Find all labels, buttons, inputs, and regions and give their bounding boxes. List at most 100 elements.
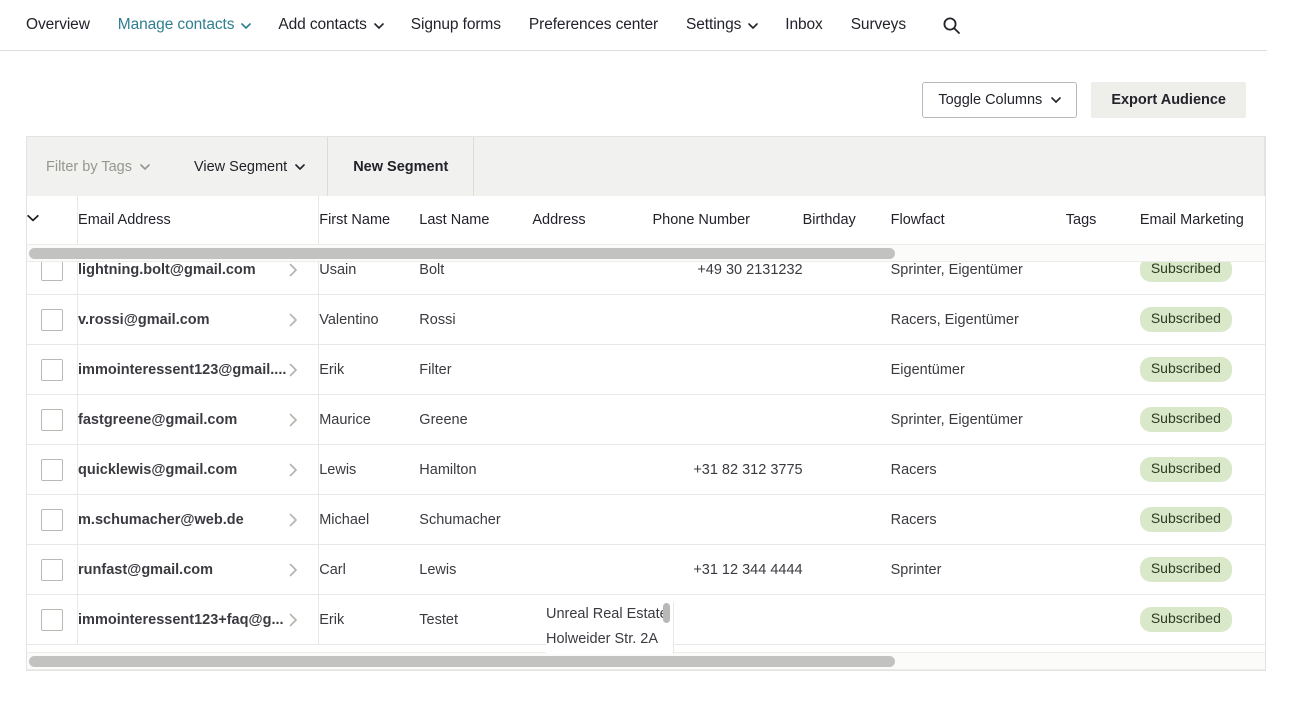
row-checkbox[interactable] bbox=[41, 508, 64, 531]
row-checkbox[interactable] bbox=[41, 458, 64, 481]
cell-last-name: Lewis bbox=[419, 544, 533, 595]
nav-label: Settings bbox=[686, 16, 742, 33]
row-checkbox-cell[interactable] bbox=[27, 344, 79, 395]
column-header-address[interactable]: Address bbox=[532, 196, 653, 245]
chevron-right-icon[interactable] bbox=[289, 513, 298, 527]
chevron-down-icon bbox=[27, 212, 39, 228]
cell-text: fastgreene@gmail.com bbox=[78, 411, 238, 428]
export-audience-button[interactable]: Export Audience bbox=[1091, 82, 1246, 118]
column-header-flowfact[interactable]: Flowfact bbox=[890, 196, 1066, 245]
nav-item-signup-forms[interactable]: Signup forms bbox=[411, 16, 501, 34]
cell-flowfact: Racers bbox=[890, 494, 1066, 545]
row-checkbox[interactable] bbox=[41, 608, 64, 631]
row-checkbox[interactable] bbox=[41, 308, 64, 331]
cell-text: Usain bbox=[319, 261, 357, 278]
column-header-phone[interactable]: Phone Number bbox=[652, 196, 803, 245]
table-row[interactable]: fastgreene@gmail.com Maurice Greene Sprinte… bbox=[27, 394, 1265, 445]
cell-email: immointeressent123@gmail.... bbox=[77, 344, 320, 395]
nav-label: Add contacts bbox=[278, 16, 367, 33]
nav-item-inbox[interactable]: Inbox bbox=[785, 16, 823, 34]
scrollbar-thumb[interactable] bbox=[663, 603, 670, 623]
cell-last-name: Schumacher bbox=[419, 494, 533, 545]
toggle-columns-button[interactable]: Toggle Columns bbox=[922, 82, 1078, 118]
cell-birthday bbox=[802, 594, 891, 645]
cell-email-marketing: Subscribed bbox=[1139, 294, 1265, 345]
cell-text: Bolt bbox=[419, 261, 445, 278]
top-navigation: Overview Manage contacts Add contacts Si… bbox=[0, 0, 1267, 51]
cell-last-name: Rossi bbox=[419, 294, 533, 345]
scrollbar-thumb[interactable] bbox=[29, 248, 895, 259]
table-row[interactable]: runfast@gmail.com Carl Lewis +31 12 344 444… bbox=[27, 544, 1265, 595]
column-header-last-name[interactable]: Last Name bbox=[419, 196, 533, 245]
column-header-birthday[interactable]: Birthday bbox=[802, 196, 891, 245]
horizontal-scrollbar-bottom[interactable] bbox=[27, 652, 1265, 670]
nav-label: Surveys bbox=[850, 16, 906, 33]
row-checkbox-cell[interactable] bbox=[27, 444, 79, 495]
status-badge: Subscribed bbox=[1139, 607, 1232, 632]
row-checkbox-cell[interactable] bbox=[27, 544, 79, 595]
table-row[interactable]: m.schumacher@web.de Michael Schumacher Race… bbox=[27, 494, 1265, 545]
cell-address bbox=[532, 394, 653, 445]
row-checkbox[interactable] bbox=[41, 358, 64, 381]
row-checkbox-cell[interactable] bbox=[27, 394, 79, 445]
column-header-email[interactable]: Email Address bbox=[77, 196, 320, 245]
row-checkbox[interactable] bbox=[41, 408, 64, 431]
row-checkbox-cell[interactable] bbox=[27, 294, 79, 345]
cell-address bbox=[532, 294, 653, 345]
search-icon[interactable] bbox=[942, 16, 961, 35]
cell-text: Carl bbox=[319, 561, 346, 578]
chevron-right-icon[interactable] bbox=[289, 413, 298, 427]
chevron-right-icon[interactable] bbox=[289, 363, 298, 377]
cell-email-marketing: Subscribed bbox=[1139, 344, 1265, 395]
chevron-right-icon[interactable] bbox=[289, 563, 298, 577]
chevron-right-icon[interactable] bbox=[289, 613, 298, 627]
row-checkbox[interactable] bbox=[41, 558, 64, 581]
status-badge: Subscribed bbox=[1139, 357, 1232, 382]
column-header-tags[interactable]: Tags bbox=[1065, 196, 1140, 245]
chevron-right-icon[interactable] bbox=[289, 463, 298, 477]
row-checkbox-cell[interactable] bbox=[27, 594, 79, 645]
cell-text: m.schumacher@web.de bbox=[78, 511, 244, 528]
cell-flowfact: Racers bbox=[890, 444, 1066, 495]
cell-text: Greene bbox=[419, 411, 468, 428]
cell-email-marketing: Subscribed bbox=[1139, 394, 1265, 445]
horizontal-scrollbar-top[interactable] bbox=[27, 244, 1265, 262]
nav-item-settings[interactable]: Settings bbox=[686, 16, 759, 34]
table-row[interactable]: quicklewis@gmail.com Lewis Hamilton +31 82 … bbox=[27, 444, 1265, 495]
scrollbar-thumb[interactable] bbox=[29, 656, 895, 667]
cell-email-marketing: Subscribed bbox=[1139, 444, 1265, 495]
cell-text: Erik bbox=[319, 361, 345, 378]
address-popup-scrollbar[interactable] bbox=[663, 603, 670, 653]
cell-email: quicklewis@gmail.com bbox=[77, 444, 320, 495]
cell-text: +31 82 312 3775 bbox=[693, 461, 803, 478]
nav-item-manage-contacts[interactable]: Manage contacts bbox=[118, 16, 252, 34]
table-row[interactable]: v.rossi@gmail.com Valentino Rossi Racers, E… bbox=[27, 294, 1265, 345]
cell-address bbox=[532, 444, 653, 495]
cell-phone bbox=[652, 344, 803, 395]
nav-item-overview[interactable]: Overview bbox=[26, 16, 90, 34]
chevron-right-icon[interactable] bbox=[289, 263, 298, 277]
cell-text: Erik bbox=[319, 611, 345, 628]
select-all-column-header[interactable] bbox=[27, 196, 79, 245]
cell-text: Hamilton bbox=[419, 461, 477, 478]
cell-tags bbox=[1065, 594, 1140, 645]
nav-label: Inbox bbox=[785, 16, 823, 33]
new-segment-button[interactable]: New Segment bbox=[327, 137, 475, 196]
cell-last-name: Hamilton bbox=[419, 444, 533, 495]
cell-text: Sprinter, Eigentümer bbox=[890, 411, 1023, 428]
cell-email: runfast@gmail.com bbox=[77, 544, 320, 595]
cell-email-marketing: Subscribed bbox=[1139, 494, 1265, 545]
filter-by-tags-dropdown[interactable]: Filter by Tags bbox=[27, 137, 172, 196]
column-header-first-name[interactable]: First Name bbox=[318, 196, 420, 245]
view-segment-dropdown[interactable]: View Segment bbox=[172, 137, 327, 196]
cell-text: Schumacher bbox=[419, 511, 501, 528]
column-header-email-marketing[interactable]: Email Marketing bbox=[1139, 196, 1265, 245]
nav-item-surveys[interactable]: Surveys bbox=[851, 16, 906, 34]
table-row[interactable]: immointeressent123@gmail.... Erik Filter Ei… bbox=[27, 344, 1265, 395]
row-checkbox-cell[interactable] bbox=[27, 494, 79, 545]
cell-last-name: Filter bbox=[419, 344, 533, 395]
cell-phone: +31 82 312 3775 bbox=[652, 444, 803, 495]
chevron-right-icon[interactable] bbox=[289, 313, 298, 327]
nav-item-preferences-center[interactable]: Preferences center bbox=[529, 16, 658, 34]
nav-item-add-contacts[interactable]: Add contacts bbox=[278, 16, 384, 34]
